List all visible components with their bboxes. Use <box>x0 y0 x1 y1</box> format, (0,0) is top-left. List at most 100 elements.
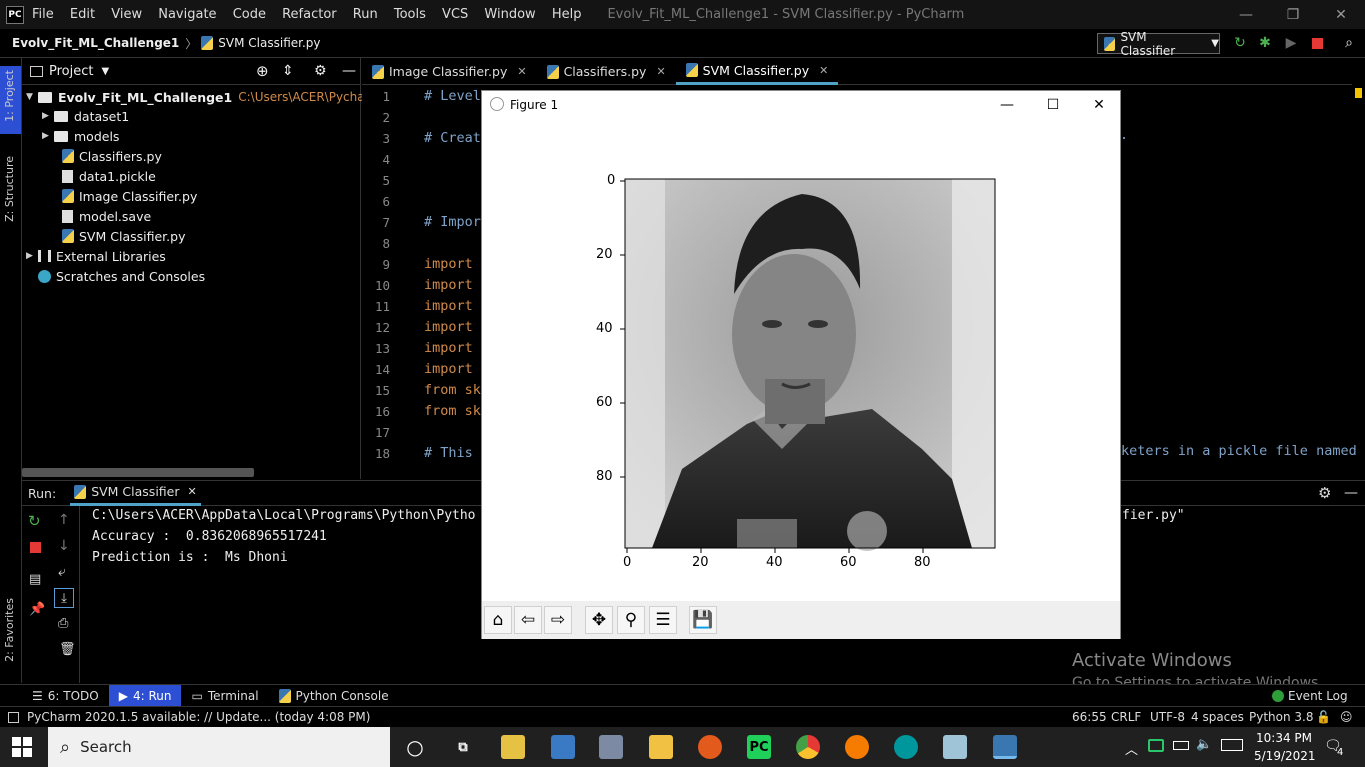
menu-refactor[interactable]: Refactor <box>282 7 337 22</box>
tool-window-todo[interactable]: ☰ 6: TODO <box>22 685 109 707</box>
brave-icon[interactable] <box>845 735 869 759</box>
clock-date[interactable]: 5/19/2021 <box>1254 749 1316 763</box>
layout-icon[interactable]: ▤ <box>29 572 41 587</box>
tree-item-image-classifier[interactable]: Image Classifier.py <box>62 186 197 206</box>
project-panel-title[interactable]: Project <box>49 64 93 79</box>
debug-icon[interactable]: ✱ <box>1257 35 1273 51</box>
search-everywhere-icon[interactable]: ⌕ <box>1341 35 1357 51</box>
menu-navigate[interactable]: Navigate <box>158 7 216 22</box>
pycharm-taskbar-icon[interactable]: PC <box>747 735 771 759</box>
forward-icon[interactable]: ⇨ <box>544 606 572 634</box>
tree-item-scratches[interactable]: Scratches and Consoles <box>38 266 205 286</box>
volume-icon[interactable]: 🔈 <box>1196 737 1212 752</box>
up-arrow-icon[interactable]: ↑ <box>58 512 70 528</box>
hide-panel-icon[interactable]: — <box>1344 485 1358 501</box>
close-icon[interactable]: ✕ <box>188 485 197 498</box>
scroll-to-end-icon[interactable]: ⤓ <box>54 588 74 608</box>
clock-time[interactable]: 10:34 PM <box>1256 731 1312 745</box>
tab-image-classifier[interactable]: Image Classifier.py ✕ <box>362 58 537 85</box>
zoom-icon[interactable]: ⚲ <box>617 606 645 634</box>
line-separator[interactable]: CRLF <box>1111 710 1141 724</box>
tree-item-svm-classifier[interactable]: SVM Classifier.py <box>62 226 185 246</box>
tool-window-run[interactable]: ▶ 4: Run <box>108 684 182 707</box>
file-encoding[interactable]: UTF-8 <box>1150 710 1185 724</box>
task-view-icon[interactable]: ⧉ <box>451 735 475 759</box>
chevron-down-icon[interactable]: ▼ <box>101 66 109 77</box>
event-log[interactable]: Event Log <box>1262 685 1358 707</box>
menu-file[interactable]: File <box>32 7 54 22</box>
tree-root[interactable]: ▼ Evolv_Fit_ML_Challenge1 C:\Users\ACER\… <box>26 87 411 107</box>
file-explorer-icon[interactable] <box>649 735 673 759</box>
menu-vcs[interactable]: VCS <box>442 7 468 22</box>
tree-item-dataset1[interactable]: ▶ dataset1 <box>42 106 129 126</box>
firefox-icon[interactable] <box>698 735 722 759</box>
lock-icon[interactable]: 🔓 <box>1316 710 1331 724</box>
figure-minimize-button[interactable]: — <box>984 91 1030 119</box>
tab-classifiers[interactable]: Classifiers.py ✕ <box>537 58 676 85</box>
run-configuration-select[interactable]: SVM Classifier ▼ <box>1097 30 1220 58</box>
close-icon[interactable]: ✕ <box>819 64 828 77</box>
keyboard-icon[interactable] <box>1221 739 1243 751</box>
back-icon[interactable]: ⇦ <box>514 606 542 634</box>
minimize-button[interactable]: — <box>1223 0 1269 29</box>
close-button[interactable]: ✕ <box>1318 0 1364 29</box>
hide-panel-icon[interactable]: — <box>342 63 356 79</box>
stripe-structure[interactable]: Z: Structure <box>3 156 16 222</box>
tree-item-models[interactable]: ▶ models <box>42 126 119 146</box>
trash-icon[interactable]: 🗑 <box>59 642 76 657</box>
coverage-icon[interactable]: ▶ <box>1283 35 1299 51</box>
home-icon[interactable]: ⌂ <box>484 606 512 634</box>
rerun-icon[interactable]: ↻ <box>1232 35 1248 51</box>
close-icon[interactable]: ✕ <box>656 65 665 78</box>
menu-view[interactable]: View <box>111 7 142 22</box>
caret-position[interactable]: 66:55 <box>1072 710 1107 724</box>
stop-icon[interactable] <box>30 542 41 553</box>
configure-subplots-icon[interactable]: ☰ <box>649 606 677 634</box>
indent-setting[interactable]: 4 spaces <box>1191 710 1244 724</box>
cortana-icon[interactable]: ○ <box>403 735 427 759</box>
sync-icon[interactable] <box>1148 739 1164 752</box>
tree-item-data1-pickle[interactable]: data1.pickle <box>62 166 156 186</box>
save-icon[interactable]: 💾 <box>689 606 717 634</box>
collapse-all-icon[interactable]: ⇕ <box>282 63 294 79</box>
menu-tools[interactable]: Tools <box>394 7 426 22</box>
python-taskbar-icon[interactable] <box>993 735 1017 759</box>
tool-window-python-console[interactable]: Python Console <box>269 685 399 707</box>
tool-window-terminal[interactable]: ▭ Terminal <box>181 685 268 707</box>
figure-maximize-button[interactable]: ☐ <box>1030 91 1076 119</box>
rerun-icon[interactable]: ↻ <box>28 512 41 530</box>
toggle-tool-windows-icon[interactable] <box>8 711 19 723</box>
status-message[interactable]: PyCharm 2020.1.5 available: // Update...… <box>27 710 370 724</box>
tree-item-external-libraries[interactable]: ▶ External Libraries <box>26 246 166 266</box>
tree-item-model-save[interactable]: model.save <box>62 206 151 226</box>
inspector-icon[interactable]: ☺ <box>1340 710 1353 724</box>
figure-close-button[interactable]: ✕ <box>1076 91 1122 119</box>
menu-edit[interactable]: Edit <box>70 7 95 22</box>
chrome-icon[interactable] <box>796 735 820 759</box>
battery-icon[interactable] <box>1173 741 1189 750</box>
pin-icon[interactable]: 📌 <box>29 602 45 617</box>
notepad-icon[interactable] <box>943 735 967 759</box>
menu-help[interactable]: Help <box>552 7 582 22</box>
horizontal-scrollbar[interactable] <box>22 468 254 477</box>
stop-icon[interactable] <box>1309 35 1325 51</box>
tab-svm-classifier[interactable]: SVM Classifier.py ✕ <box>675 58 839 85</box>
menu-code[interactable]: Code <box>233 7 266 22</box>
run-tab[interactable]: SVM Classifier ✕ <box>70 480 201 506</box>
stripe-project[interactable]: 1: Project <box>3 70 16 122</box>
stripe-favorites[interactable]: 2: Favorites <box>3 598 16 662</box>
arduino-icon[interactable] <box>894 735 918 759</box>
gear-icon[interactable]: ⚙ <box>1318 484 1331 502</box>
locate-icon[interactable]: ⊕ <box>256 62 269 80</box>
camera-icon[interactable] <box>599 735 623 759</box>
chevron-up-icon[interactable]: ︿ <box>1125 739 1138 758</box>
inspection-status-icon[interactable] <box>1355 88 1362 98</box>
print-icon[interactable]: ⎙ <box>58 616 68 631</box>
soft-wrap-icon[interactable]: ⤶ <box>58 564 66 580</box>
restore-button[interactable]: ❐ <box>1270 0 1316 29</box>
breadcrumb-project[interactable]: Evolv_Fit_ML_Challenge1 <box>12 36 179 50</box>
python-interpreter[interactable]: Python 3.8 <box>1249 710 1314 724</box>
tree-item-classifiers[interactable]: Classifiers.py <box>62 146 162 166</box>
taskbar-search-box[interactable]: ⌕ Search <box>48 727 390 767</box>
menu-run[interactable]: Run <box>353 7 378 22</box>
